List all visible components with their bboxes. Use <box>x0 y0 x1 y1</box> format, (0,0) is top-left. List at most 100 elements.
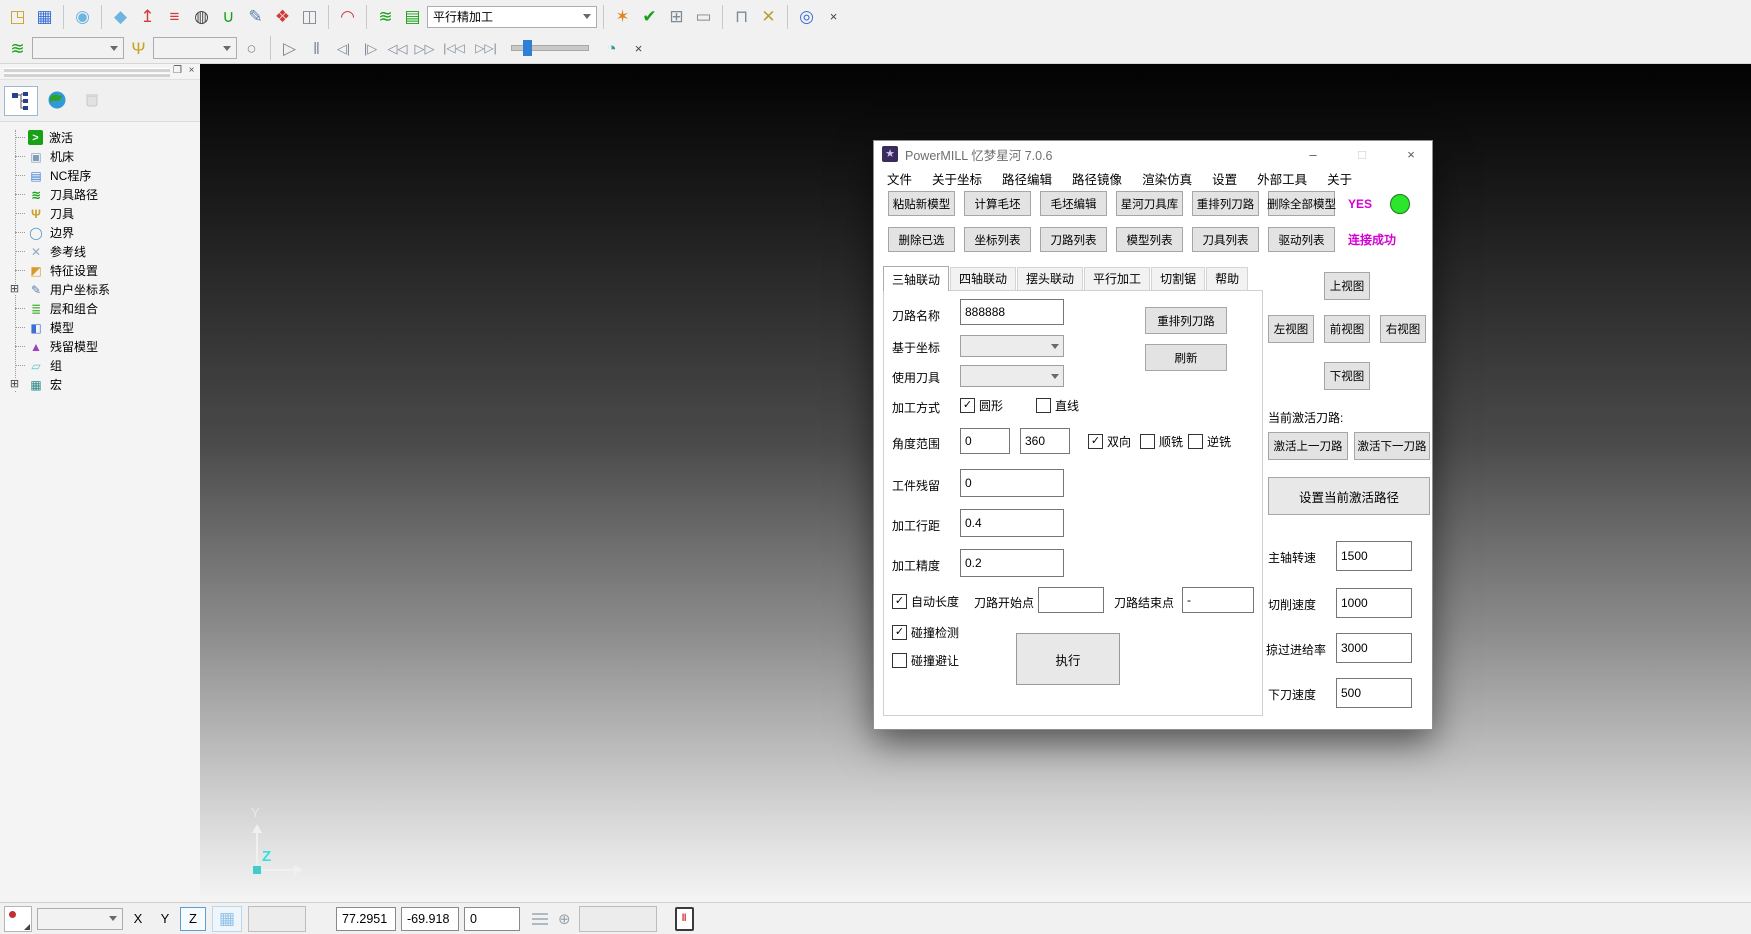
auto-length-checkbox[interactable]: ✓ 自动长度 <box>892 593 959 610</box>
expand-icon[interactable]: ⊞ <box>9 379 20 390</box>
tree-item-label[interactable]: 特征设置 <box>50 262 98 279</box>
tool-select-combobox[interactable] <box>153 37 237 59</box>
view-right-button[interactable]: 右视图 <box>1380 315 1426 343</box>
tree-item-workplane[interactable]: ⊞ ✎ 用户坐标系 <box>0 280 200 299</box>
tree-item-label[interactable]: 宏 <box>50 376 62 393</box>
stepover-input[interactable] <box>960 509 1064 537</box>
cursor-z-input[interactable] <box>464 907 520 931</box>
tab-explorer-tree[interactable] <box>4 86 38 116</box>
strategy-combobox[interactable]: 平行精加工 <box>427 6 597 28</box>
spindle-speed-input[interactable] <box>1336 541 1412 571</box>
menu-file[interactable]: 文件 <box>887 169 912 188</box>
tab-parallel[interactable]: 平行加工 <box>1084 267 1150 290</box>
probe-position-icon[interactable]: ⊕ <box>558 910 571 928</box>
ball-tool-icon[interactable]: ◍ <box>189 4 214 29</box>
tree-item-activate[interactable]: > 激活 <box>0 128 200 147</box>
leads-links-icon[interactable]: ∪ <box>216 4 241 29</box>
tree-item-stock-model[interactable]: ▲ 残留模型 <box>0 337 200 356</box>
tolerance-input[interactable] <box>960 549 1064 577</box>
model-list-button[interactable]: 模型列表 <box>1116 227 1183 252</box>
tree-item-label[interactable]: 刀具 <box>50 205 74 222</box>
tool-list-button[interactable]: 刀具列表 <box>1192 227 1259 252</box>
tree-item-feature-set[interactable]: ◩ 特征设置 <box>0 261 200 280</box>
maximize-button[interactable]: □ <box>1341 141 1383 167</box>
tree-item-label[interactable]: 边界 <box>50 224 74 241</box>
end-point-input[interactable] <box>1182 587 1254 613</box>
plunge-feed-input[interactable] <box>1336 678 1412 708</box>
screen-pause-icon[interactable]: ‖ <box>675 907 694 931</box>
start-point-input[interactable] <box>1038 587 1104 613</box>
execute-button[interactable]: 执行 <box>1016 633 1120 685</box>
tree-item-label[interactable]: 参考线 <box>50 243 86 260</box>
tool-holder-icon[interactable]: ◫ <box>297 4 322 29</box>
feeds-speeds-icon[interactable]: ≡ <box>162 4 187 29</box>
explorer-docking-bar[interactable]: ❐ × <box>0 64 200 80</box>
skim-feed-input[interactable] <box>1336 633 1412 663</box>
reorder-toolpaths-button[interactable]: 重排列刀路 <box>1192 191 1259 216</box>
tree-item-macro[interactable]: ⊞ ▦ 宏 <box>0 375 200 394</box>
simulation-speed-slider[interactable] <box>511 39 589 57</box>
menu-path-mirror[interactable]: 路径镜像 <box>1072 169 1122 188</box>
gauge-check-icon[interactable]: ✔ <box>637 4 662 29</box>
collision-avoid-checkbox[interactable]: 碰撞避让 <box>892 652 959 669</box>
tree-item-label[interactable]: 机床 <box>50 148 74 165</box>
statusbar-combobox[interactable] <box>37 908 123 930</box>
block-icon[interactable]: ◆ <box>108 4 133 29</box>
menu-about-coords[interactable]: 关于坐标 <box>932 169 982 188</box>
tree-item-group[interactable]: ▱ 组 <box>0 356 200 375</box>
reorder-toolpath-button[interactable]: 重排列刀路 <box>1145 307 1227 334</box>
open-project-icon[interactable]: ◳ <box>5 4 30 29</box>
tree-item-label[interactable]: 模型 <box>50 319 74 336</box>
tab-explorer-globe[interactable] <box>41 86 73 114</box>
tree-item-label[interactable]: 激活 <box>49 129 73 146</box>
menu-render-sim[interactable]: 渲染仿真 <box>1142 169 1192 188</box>
delete-selected-button[interactable]: 删除已选 <box>888 227 955 252</box>
toolbar-close-icon[interactable]: × <box>626 36 651 61</box>
fast-forward-icon[interactable]: ▷▷ <box>412 36 437 61</box>
delete-all-models-button[interactable]: 删除全部模型 <box>1268 191 1335 216</box>
tool-compare-icon[interactable]: ⊓ <box>729 4 754 29</box>
tool-library-button[interactable]: 星河刀具库 <box>1116 191 1183 216</box>
paste-new-model-button[interactable]: 粘贴新模型 <box>888 191 955 216</box>
set-active-path-button[interactable]: 设置当前激活路径 <box>1268 477 1430 515</box>
tree-item-label[interactable]: NC程序 <box>50 167 91 184</box>
save-project-icon[interactable]: ▦ <box>32 4 57 29</box>
lightbulb-icon[interactable]: ○ <box>239 36 264 61</box>
cursor-x-input[interactable] <box>336 907 396 931</box>
toolpath-select-combobox[interactable] <box>32 37 124 59</box>
selection-tool-button[interactable] <box>4 906 32 932</box>
coord-list-button[interactable]: 坐标列表 <box>964 227 1031 252</box>
model-compare-icon[interactable]: ◎ <box>794 4 819 29</box>
collision-check-checkbox[interactable]: ✓ 碰撞检测 <box>892 624 959 641</box>
grid-toggle-button[interactable]: ▦ <box>212 906 242 932</box>
pause-icon[interactable]: ‖ <box>304 36 329 61</box>
conventional-mill-checkbox[interactable]: 逆铣 <box>1188 433 1231 450</box>
tree-item-tool[interactable]: Ψ 刀具 <box>0 204 200 223</box>
angle-end-input[interactable] <box>1020 428 1070 454</box>
tree-item-levels[interactable]: ≣ 层和组合 <box>0 299 200 318</box>
tab-saw[interactable]: 切割锯 <box>1151 267 1205 290</box>
tree-item-label[interactable]: 刀具路径 <box>50 186 98 203</box>
cutting-feed-input[interactable] <box>1336 588 1412 618</box>
toolpath-icon[interactable]: ≋ <box>373 4 398 29</box>
workplane-edit-icon[interactable]: ✎ <box>243 4 268 29</box>
go-to-end-icon[interactable]: ▷▷| <box>471 36 501 61</box>
toolpath-list-button[interactable]: 刀路列表 <box>1040 227 1107 252</box>
swap-axes-icon[interactable]: ✕ <box>756 4 781 29</box>
method-circle-checkbox[interactable]: ✓ 圆形 <box>960 397 1003 414</box>
block-edit-button[interactable]: 毛坯编辑 <box>1040 191 1107 216</box>
strategy-list-icon[interactable]: ▤ <box>400 4 425 29</box>
tree-item-label[interactable]: 残留模型 <box>50 338 98 355</box>
go-to-start-icon[interactable]: |◁◁ <box>439 36 469 61</box>
climb-mill-checkbox[interactable]: 顺铣 <box>1140 433 1183 450</box>
use-tool-combobox[interactable] <box>960 365 1064 387</box>
expand-icon[interactable]: ⊞ <box>9 284 20 295</box>
toolpath-name-input[interactable] <box>960 299 1064 325</box>
activate-prev-toolpath-button[interactable]: 激活上一刀路 <box>1268 432 1348 460</box>
refresh-button[interactable]: 刷新 <box>1145 344 1227 371</box>
close-button[interactable]: × <box>1390 141 1432 167</box>
tree-item-model[interactable]: ◧ 模型 <box>0 318 200 337</box>
tab-4axis[interactable]: 四轴联动 <box>950 267 1016 290</box>
step-forward-icon[interactable]: |▷ <box>358 36 383 61</box>
tree-item-pattern[interactable]: ✕ 参考线 <box>0 242 200 261</box>
